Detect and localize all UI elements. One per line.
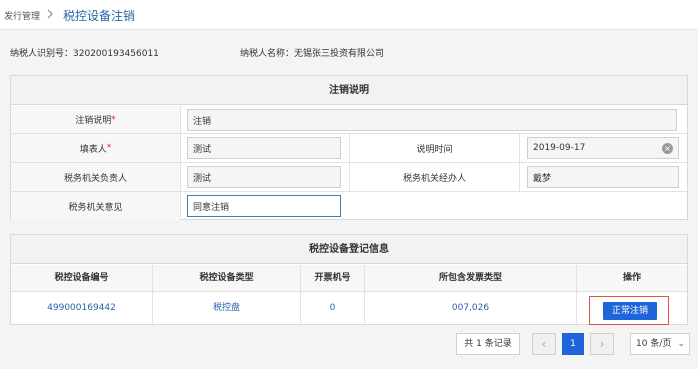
breadcrumb: 发行管理 税控设备注销 [0, 0, 698, 30]
reason-label: 注销说明 * [11, 106, 181, 133]
column-header-machine-no: 开票机号 [301, 265, 365, 292]
table-header: 税控设备编号 税控设备类型 开票机号 所包含发票类型 操作 [11, 265, 687, 292]
officer-label: 税务机关负责人 [11, 163, 181, 191]
column-header-invoice-types: 所包含发票类型 [365, 265, 577, 292]
filler-row: 填表人 * 测试 说明时间 2019-09-17 × [11, 134, 687, 163]
page-size-value: 10 条/页 [636, 339, 672, 349]
taxpayer-name-label: 纳税人名称： [240, 49, 295, 59]
column-header-device-type: 税控设备类型 [153, 265, 301, 292]
filler-input[interactable]: 测试 [187, 137, 341, 159]
clear-icon[interactable]: × [662, 143, 673, 154]
normal-cancel-button[interactable]: 正常注销 [603, 302, 657, 320]
opinion-row: 税务机关意见 同意注销 [11, 192, 687, 220]
device-section-title: 税控设备登记信息 [11, 235, 687, 264]
required-mark: * [111, 114, 116, 125]
page-size-select[interactable]: 10 条/页 ⌄ [630, 333, 690, 355]
next-page-button[interactable]: › [590, 333, 614, 355]
invoice-types-cell: 007,026 [365, 292, 577, 325]
column-header-device-no: 税控设备编号 [11, 265, 153, 292]
pagination-total: 共 1 条记录 [456, 333, 520, 355]
chevron-down-icon: ⌄ [677, 339, 685, 349]
prev-page-button[interactable]: ‹ [532, 333, 556, 355]
cancel-section-panel: 注销说明 注销说明 * 注销 填表人 * 测试 说明时间 2019-09-17 × … [10, 75, 688, 220]
date-picker-input[interactable]: 2019-09-17 × [527, 137, 679, 159]
filler-label: 填表人 * [11, 134, 181, 162]
device-type-cell: 税控盘 [153, 292, 301, 325]
cancel-section-title: 注销说明 [11, 76, 687, 105]
officer-row: 税务机关负责人 测试 税务机关经办人 戴梦 [11, 163, 687, 192]
chevron-right-icon [47, 9, 53, 19]
opinion-label: 税务机关意见 [11, 192, 181, 220]
table-row: 499000169442 税控盘 0 007,026 [11, 292, 687, 325]
reason-row: 注销说明 * 注销 [11, 106, 687, 134]
opinion-input[interactable]: 同意注销 [187, 195, 341, 217]
column-header-action: 操作 [622, 273, 641, 283]
handler-label: 税务机关经办人 [350, 163, 520, 191]
breadcrumb-parent-link[interactable]: 发行管理 [4, 9, 40, 22]
required-mark: * [106, 143, 112, 153]
taxpayer-id-label: 纳税人识别号： [10, 49, 74, 59]
taxpayer-id: 纳税人识别号：320200193456011 [10, 46, 159, 59]
taxpayer-name-value: 无锡张三投资有限公司 [294, 49, 385, 59]
device-no-cell: 499000169442 [11, 292, 153, 325]
page-number-button[interactable]: 1 [562, 333, 584, 355]
handler-input[interactable]: 戴梦 [527, 166, 679, 188]
taxpayer-id-value: 320200193456011 [73, 49, 159, 59]
time-label: 说明时间 [350, 134, 520, 162]
device-section-panel: 税控设备登记信息 税控设备编号 税控设备类型 开票机号 所包含发票类型 操作 4… [10, 234, 688, 325]
taxpayer-name: 纳税人名称：无锡张三投资有限公司 [240, 46, 384, 59]
reason-input[interactable]: 注销 [187, 109, 677, 131]
machine-no-cell: 0 [301, 292, 365, 325]
date-value: 2019-09-17 [533, 143, 586, 153]
officer-input[interactable]: 测试 [187, 166, 341, 188]
page-title: 税控设备注销 [63, 9, 136, 23]
